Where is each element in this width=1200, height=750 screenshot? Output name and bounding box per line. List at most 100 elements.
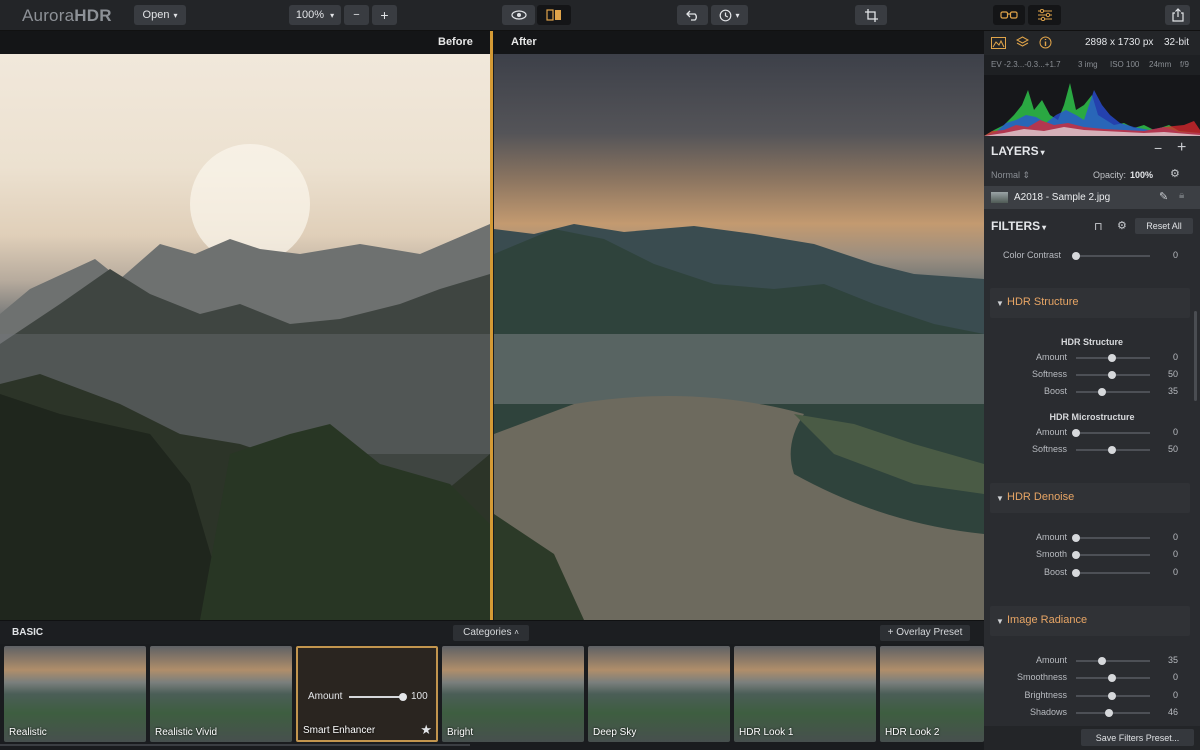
slider-track[interactable] <box>1076 660 1150 662</box>
undo-button[interactable] <box>677 5 708 25</box>
slider-denoise-amount[interactable]: Amount 0 <box>984 529 1200 546</box>
slider-knob[interactable] <box>1072 569 1080 577</box>
slider-knob[interactable] <box>1105 709 1113 717</box>
blend-mode-select[interactable]: Normal ⇕ <box>991 170 1030 181</box>
histogram-icon[interactable] <box>991 37 1006 49</box>
slider-track[interactable] <box>1076 255 1150 257</box>
slider-radiance-smoothness[interactable]: Smoothness 0 <box>984 669 1200 686</box>
exif-iso: ISO 100 <box>1110 60 1140 69</box>
after-label: After <box>511 36 537 48</box>
layers-icon[interactable] <box>1016 36 1029 49</box>
save-filters-preset-button[interactable]: Save Filters Preset... <box>1081 729 1194 746</box>
before-landscape <box>0 144 490 620</box>
slider-hdr-softness[interactable]: Softness 50 <box>984 366 1200 383</box>
overlay-preset-button[interactable]: + Overlay Preset <box>880 625 970 641</box>
add-layer-icon[interactable]: + <box>1177 139 1186 157</box>
presets-view-button[interactable] <box>993 5 1025 25</box>
slider-knob[interactable] <box>1108 446 1116 454</box>
preview-button[interactable] <box>502 5 535 25</box>
compare-icon <box>546 9 561 21</box>
panel-scrollbar[interactable] <box>1194 311 1197 401</box>
filters-title[interactable]: FILTERS ▾ <box>991 219 1046 233</box>
lock-icon[interactable]: 🔒︎ <box>1179 190 1184 201</box>
filters-title-text: FILTERS <box>991 219 1041 233</box>
slider-knob[interactable] <box>1098 388 1106 396</box>
filter-settings-gear-icon[interactable]: ⚙ <box>1117 219 1127 232</box>
remove-layer-icon[interactable]: − <box>1154 140 1162 156</box>
slider-value: 35 <box>1167 655 1178 665</box>
before-image <box>0 54 490 620</box>
slider-micro-softness[interactable]: Softness 50 <box>984 441 1200 458</box>
crop-button[interactable] <box>855 5 887 25</box>
preset-name: Realistic <box>9 727 47 738</box>
preset-hdr-look-2[interactable]: HDR Look 2 <box>880 646 984 742</box>
presets-scrollbar[interactable] <box>0 744 470 746</box>
slider-value: 0 <box>1172 567 1178 577</box>
history-button[interactable]: ▾ <box>711 5 748 25</box>
slider-knob[interactable] <box>1072 534 1080 542</box>
layers-title-text: LAYERS <box>991 144 1039 158</box>
preset-realistic[interactable]: Realistic <box>4 646 146 742</box>
slider-track[interactable] <box>1076 554 1150 556</box>
slider-value: 0 <box>1172 532 1178 542</box>
slider-radiance-shadows[interactable]: Shadows 46 <box>984 704 1200 721</box>
favorite-star-icon[interactable]: ★ <box>420 722 432 738</box>
preset-hdr-look-1[interactable]: HDR Look 1 <box>734 646 876 742</box>
slider-micro-amount[interactable]: Amount 0 <box>984 424 1200 441</box>
side-panel: 2898 x 1730 px 32-bit EV -2.3...-0.3...+… <box>984 31 1200 750</box>
slider-denoise-smooth[interactable]: Smooth 0 <box>984 546 1200 563</box>
slider-knob[interactable] <box>1072 429 1080 437</box>
slider-knob[interactable] <box>1108 371 1116 379</box>
chevron-down-icon: ▼ <box>996 299 1004 308</box>
slider-track[interactable] <box>1076 712 1150 714</box>
compare-button[interactable] <box>537 5 571 25</box>
slider-track[interactable] <box>1076 391 1150 393</box>
section-hdr-denoise-header[interactable]: ▼ HDR Denoise <box>990 483 1190 513</box>
slider-knob[interactable] <box>1108 354 1116 362</box>
slider-radiance-amount[interactable]: Amount 35 <box>984 652 1200 669</box>
zoom-out-button[interactable]: − <box>344 5 369 25</box>
preset-amount-knob[interactable] <box>399 693 407 701</box>
toolbar: AuroraHDR Open ▾ 100% ▾ − + ▾ <box>0 0 1200 31</box>
slider-knob[interactable] <box>1108 674 1116 682</box>
preset-realistic-vivid[interactable]: Realistic Vivid <box>150 646 292 742</box>
brush-icon[interactable]: ✎ <box>1159 190 1168 203</box>
slider-knob[interactable] <box>1072 252 1080 260</box>
slider-track[interactable] <box>1076 537 1150 539</box>
opacity-value[interactable]: 100% <box>1130 170 1153 180</box>
zoom-select[interactable]: 100% ▾ <box>289 5 341 25</box>
preset-smart-enhancer[interactable]: Amount 100 Smart Enhancer ★ <box>296 646 438 742</box>
share-button[interactable] <box>1165 5 1190 25</box>
slider-knob[interactable] <box>1098 657 1106 665</box>
section-hdr-structure-header[interactable]: ▼ HDR Structure <box>990 288 1190 318</box>
slider-value: 0 <box>1172 549 1178 559</box>
slider-knob[interactable] <box>1072 551 1080 559</box>
slider-track[interactable] <box>1076 432 1150 434</box>
info-icon[interactable] <box>1039 36 1052 49</box>
preset-amount-slider[interactable] <box>349 696 403 698</box>
compare-divider-handle[interactable] <box>490 31 493 620</box>
layers-title[interactable]: LAYERS ▾ <box>991 144 1045 158</box>
opacity-label: Opacity: <box>1093 170 1127 180</box>
filters-view-button[interactable] <box>1028 5 1061 25</box>
slider-track[interactable] <box>1076 572 1150 574</box>
reset-all-button[interactable]: Reset All <box>1135 218 1193 234</box>
preset-bright[interactable]: Bright <box>442 646 584 742</box>
slider-denoise-boost[interactable]: Boost 0 <box>984 564 1200 581</box>
preset-deep-sky[interactable]: Deep Sky <box>588 646 730 742</box>
section-image-radiance-header[interactable]: ▼ Image Radiance <box>990 606 1190 636</box>
slider-hdr-amount[interactable]: Amount 0 <box>984 349 1200 366</box>
slider-radiance-brightness[interactable]: Brightness 0 <box>984 687 1200 704</box>
slider-knob[interactable] <box>1108 692 1116 700</box>
zoom-in-button[interactable]: + <box>372 5 397 25</box>
open-label: Open <box>142 9 170 21</box>
layer-settings-gear-icon[interactable]: ⚙ <box>1170 167 1180 180</box>
slider-label: Brightness <box>1024 690 1067 700</box>
layer-row[interactable]: A2018 - Sample 2.jpg ✎ 🔒︎ <box>984 186 1200 209</box>
slider-color-contrast[interactable]: Color Contrast 0 <box>984 247 1200 264</box>
slider-hdr-boost[interactable]: Boost 35 <box>984 383 1200 400</box>
section-title: HDR Structure <box>1007 296 1079 308</box>
categories-button[interactable]: Categories ˄ <box>453 625 529 641</box>
mask-icon[interactable]: ⊓ <box>1094 220 1103 233</box>
open-button[interactable]: Open ▾ <box>134 5 186 25</box>
